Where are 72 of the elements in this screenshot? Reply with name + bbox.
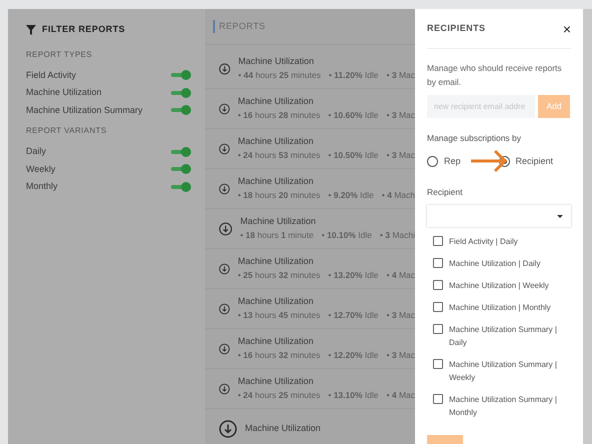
panel-title: FILTER REPORTS [42,23,126,36]
radio-option[interactable]: Recipient [498,154,554,168]
drawer-title: RECIPIENTS [427,22,486,36]
machines-text: • 3 Mac [386,308,415,322]
duration-text: • 24 hours 53 minutes [238,148,320,162]
duration-text: • 44 hours 25 minutes [238,68,321,82]
filter-label: Machine Utilization Summary [26,104,143,117]
subscription-checkbox[interactable]: Machine Utilization | Monthly [427,301,571,314]
report-title: Machine Utilization [238,375,314,388]
report-title: Machine Utilization [238,55,315,68]
idle-text: • 13.10% Idle [328,388,378,402]
machines-text: • 3 Mac [386,68,415,82]
duration-text: • 16 hours 32 minutes [238,348,320,362]
idle-text: • 12.70% Idle [328,308,378,322]
download-icon[interactable] [219,420,237,438]
subscription-checkbox[interactable]: Machine Utilization Summary | Monthly [427,393,571,419]
caret-icon [557,214,563,218]
report-title: Machine Utilization [238,95,314,108]
toggle-switch[interactable] [171,70,191,80]
idle-text: • 10.60% Idle [328,108,378,122]
subscription-checkbox[interactable]: Machine Utilization Summary | Daily [427,323,571,349]
toggle-switch[interactable] [171,105,191,116]
filter-label: Monthly [26,180,58,193]
idle-text: • 13.20% Idle [328,268,378,282]
toggle-switch[interactable] [171,164,191,174]
report-title: Machine Utilization [238,335,314,348]
section-heading: REPORT TYPES [26,48,94,60]
subscription-checkbox[interactable]: Machine Utilization | Daily [427,257,571,270]
toggle-switch[interactable] [171,182,191,192]
machines-text: • 3 Mac [386,148,415,162]
field-label: Manage subscriptions by [427,132,522,145]
toggle-switch[interactable] [171,88,191,98]
filter-label: Field Activity [26,68,76,82]
radio-option[interactable]: Rep [427,154,485,168]
report-title: Machine Utilization [245,422,321,435]
idle-text: • 12.20% Idle [328,348,378,362]
duration-text: • 18 hours 1 minute [240,228,314,242]
section-heading: REPORT VARIANTS [26,125,108,137]
report-title: Machine Utilization [238,135,314,148]
report-title: Machine Utilization [240,215,317,228]
machines-text: • 3 Machi [380,228,415,242]
filter-label: Machine Utilization [26,86,102,99]
machines-text: • 3 Mac [386,108,415,122]
filter-label: Daily [26,145,46,158]
close-button[interactable]: × [562,22,571,36]
panel-title: REPORTS [213,20,266,34]
machines-text: • 4 Mac [386,268,415,282]
field-label: Recipient [427,186,464,199]
duration-text: • 25 hours 32 minutes [238,268,320,282]
subscription-checkbox[interactable]: Machine Utilization Summary | Weekly [427,358,571,384]
idle-text: • 9.20% Idle [328,188,374,202]
report-title: Machine Utilization [238,255,314,268]
duration-text: • 18 hours 20 minutes [238,188,320,202]
machines-text: • 3 Mac [386,348,415,362]
toggle-switch[interactable] [171,146,191,157]
idle-text: • 10.50% Idle [328,148,378,162]
report-title: Machine Utilization [238,295,314,308]
filter-label: Weekly [26,162,56,176]
subscription-checkbox[interactable]: Field Activity | Daily [427,235,571,248]
arrow-icon [471,148,509,173]
subscription-checkbox[interactable]: Machine Utilization | Weekly [427,279,571,292]
machines-text: • 4 Mach [382,188,415,202]
download-icon[interactable] [219,220,232,238]
report-title: Machine Utilization [238,175,314,188]
machines-text: • 4 Mac [386,388,415,402]
idle-text: • 10.10% Idle [322,228,372,242]
duration-text: • 24 hours 25 minutes [238,388,320,402]
duration-text: • 13 hours 45 minutes [238,308,320,322]
duration-text: • 16 hours 28 minutes [238,108,320,122]
idle-text: • 11.20% Idle [328,68,378,82]
filter-icon [26,24,36,35]
description-text: Manage who should receive reports by email. [427,62,563,89]
